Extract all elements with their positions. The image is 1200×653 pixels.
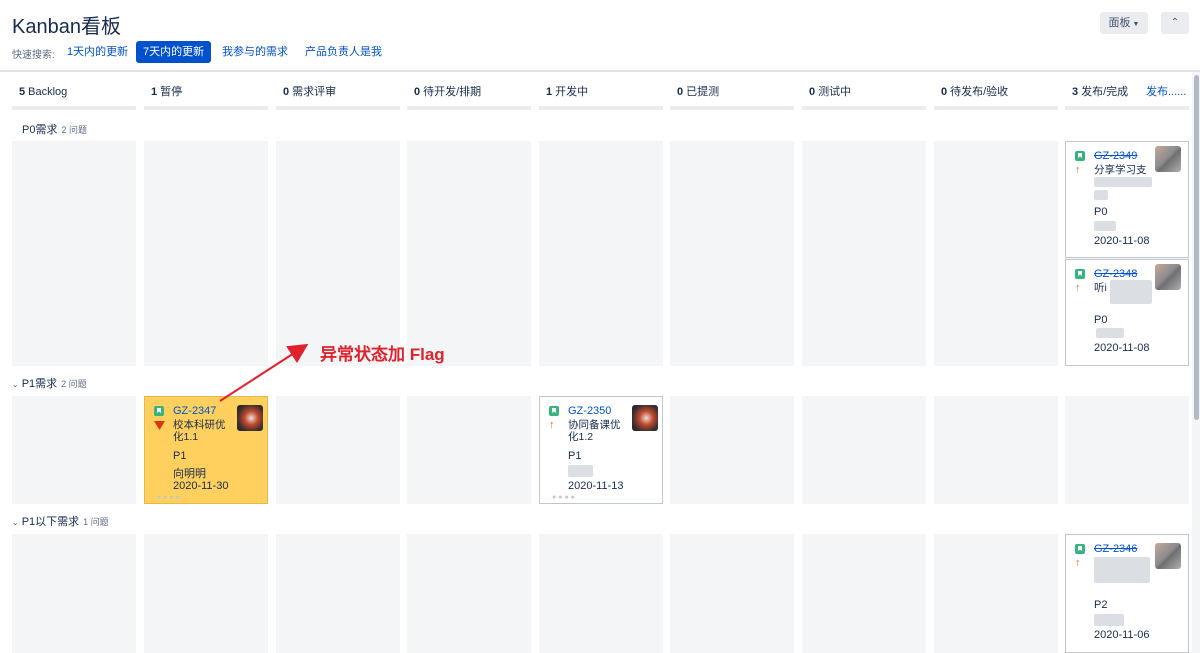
annotation-text: 异常状态加 Flag <box>320 345 445 364</box>
annotation-arrow <box>219 343 309 402</box>
scrollbar-thumb[interactable] <box>1194 75 1199 420</box>
